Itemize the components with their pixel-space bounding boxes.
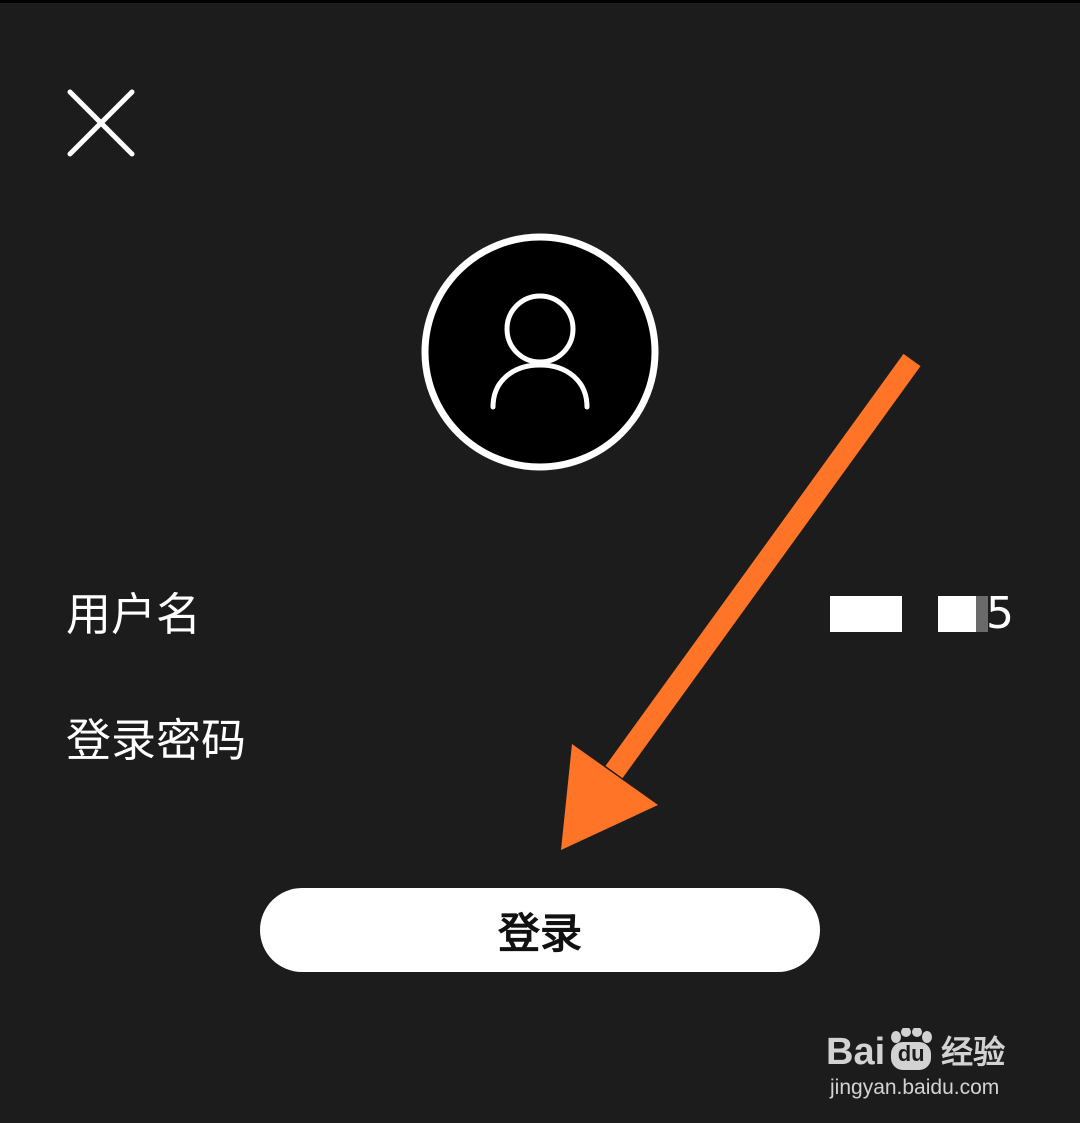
baidu-jingyan-watermark: Bai du 经验 jingyan.baidu.com <box>826 1006 1026 1102</box>
close-icon <box>67 89 135 157</box>
username-value-tail: 5 <box>986 588 1014 639</box>
redaction-block <box>830 596 902 632</box>
password-label: 登录密码 <box>66 714 247 767</box>
watermark-url: jingyan.baidu.com <box>830 1076 1000 1099</box>
redaction-block <box>938 596 976 632</box>
watermark-brand-cn: 经验 <box>941 1033 1006 1071</box>
top-divider <box>0 0 1080 3</box>
watermark-logo: Bai du 经验 <box>826 1028 1005 1072</box>
user-avatar-icon <box>421 233 659 471</box>
paw-icon: du <box>887 1028 935 1072</box>
user-avatar[interactable] <box>421 233 659 471</box>
watermark-brand-paw: du <box>897 1041 925 1066</box>
watermark-brand-left: Bai <box>826 1031 886 1073</box>
username-field[interactable]: 5 <box>830 588 1014 639</box>
close-button[interactable] <box>60 82 142 164</box>
login-button[interactable]: 登录 <box>260 888 820 972</box>
username-label: 用户名 <box>66 588 202 641</box>
password-input[interactable] <box>330 712 1018 770</box>
